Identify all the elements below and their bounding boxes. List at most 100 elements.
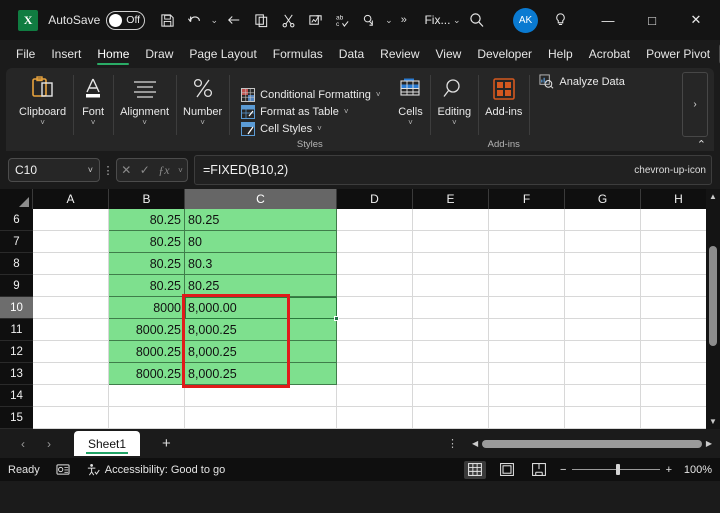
vertical-scroll-thumb[interactable] [709, 246, 717, 346]
sheet-tab-sheet1[interactable]: Sheet1 [74, 431, 140, 456]
ribbon-tab-view[interactable]: View [429, 44, 469, 64]
cell-F14[interactable] [489, 385, 565, 407]
redo-button[interactable] [221, 7, 248, 34]
cell-G11[interactable] [565, 319, 641, 341]
row-header-12[interactable]: 12 [0, 341, 33, 363]
cell-G15[interactable] [565, 407, 641, 429]
fill-handle[interactable] [334, 316, 339, 321]
row-header-6[interactable]: 6 [0, 209, 33, 231]
ribbon-group-font[interactable]: Font ˅ [73, 71, 113, 151]
scroll-down-arrow-icon[interactable]: ▼ [709, 414, 717, 429]
ribbon-tab-draw[interactable]: Draw [138, 44, 180, 64]
insert-function-icon[interactable]: ƒx [158, 163, 169, 178]
cell-B15[interactable] [109, 407, 185, 429]
zoom-in-button[interactable]: + [666, 464, 672, 476]
cell-B8[interactable]: 80.25 [109, 253, 185, 275]
ribbon-tab-home[interactable]: Home [90, 44, 136, 64]
column-header-G[interactable]: G [565, 189, 641, 209]
cells-chevron-down-icon[interactable]: ˅ [408, 118, 413, 127]
search-icon[interactable] [463, 7, 490, 34]
document-title-chevron-down-icon[interactable]: ⌄ [450, 15, 463, 26]
row-header-14[interactable]: 14 [0, 385, 33, 407]
zoom-track[interactable] [572, 469, 659, 470]
cell-C8[interactable]: 80.3 [185, 253, 337, 275]
fx-chevron-down-icon[interactable]: ˅ [178, 166, 183, 175]
ribbon-tab-power-pivot[interactable]: Power Pivot [639, 44, 717, 64]
row-header-15[interactable]: 15 [0, 407, 33, 429]
horizontal-scrollbar[interactable]: ◀ ▶ [472, 436, 712, 451]
cell-C7[interactable]: 80 [185, 231, 337, 253]
qat-overflow-button[interactable]: » [395, 14, 412, 26]
ribbon-tab-formulas[interactable]: Formulas [266, 44, 330, 64]
cell-D9[interactable] [337, 275, 413, 297]
close-button[interactable]: ✕ [674, 0, 718, 40]
cell-A6[interactable] [33, 209, 109, 231]
select-all-corner[interactable] [0, 189, 33, 209]
cell-A14[interactable] [33, 385, 109, 407]
cell-G14[interactable] [565, 385, 641, 407]
qat-customize-chevron-down-icon[interactable]: ⌄ [383, 15, 396, 26]
maximize-button[interactable]: □ [630, 0, 674, 40]
ribbon-group-number[interactable]: Number ˅ [176, 71, 229, 151]
ribbon-group-clipboard[interactable]: Clipboard ˅ [12, 71, 73, 151]
sheet-options-vertical-dots-icon[interactable]: ⋮ [447, 437, 458, 450]
cell-E13[interactable] [413, 363, 489, 385]
ribbon-group-addins[interactable]: Add-ins Add-ins [478, 71, 529, 151]
ribbon-group-alignment[interactable]: Alignment ˅ [113, 71, 176, 151]
cell-D10[interactable] [337, 297, 413, 319]
cell-B10[interactable]: 8000 [109, 297, 185, 319]
page-layout-view-button[interactable] [496, 461, 518, 479]
ribbon-group-editing[interactable]: Editing ˅ [430, 71, 478, 151]
cell-C13[interactable]: 8,000.25 [185, 363, 337, 385]
undo-dropdown-chevron-down-icon[interactable]: ⌄ [208, 15, 221, 26]
row-header-13[interactable]: 13 [0, 363, 33, 385]
zoom-thumb[interactable] [616, 464, 620, 475]
touch-mode-button[interactable] [356, 7, 383, 34]
analyze-data-button[interactable]: Analyze Data [539, 74, 624, 89]
cell-G12[interactable] [565, 341, 641, 363]
cell-D15[interactable] [337, 407, 413, 429]
lightbulb-icon[interactable] [547, 7, 574, 34]
cell-styles-button[interactable]: Cell Styles ˅ [239, 121, 382, 137]
ribbon-tab-data[interactable]: Data [332, 44, 371, 64]
ribbon-tab-insert[interactable]: Insert [44, 44, 88, 64]
cell-A7[interactable] [33, 231, 109, 253]
hscroll-right-arrow-icon[interactable]: ▶ [706, 439, 712, 448]
column-header-B[interactable]: B [109, 189, 185, 209]
cell-D6[interactable] [337, 209, 413, 231]
cell-D8[interactable] [337, 253, 413, 275]
cell-C15[interactable] [185, 407, 337, 429]
row-header-7[interactable]: 7 [0, 231, 33, 253]
cell-G10[interactable] [565, 297, 641, 319]
cell-G8[interactable] [565, 253, 641, 275]
cell-A10[interactable] [33, 297, 109, 319]
cell-C6[interactable]: 80.25 [185, 209, 337, 231]
ribbon-tab-acrobat[interactable]: Acrobat [582, 44, 637, 64]
copy-button[interactable] [248, 7, 275, 34]
enter-check-icon[interactable]: ✓ [140, 163, 150, 177]
cell-B9[interactable]: 80.25 [109, 275, 185, 297]
cell-C14[interactable] [185, 385, 337, 407]
cell-E11[interactable] [413, 319, 489, 341]
ribbon-expand-button[interactable]: › [682, 72, 708, 137]
cell-G13[interactable] [565, 363, 641, 385]
row-header-9[interactable]: 9 [0, 275, 33, 297]
cell-A15[interactable] [33, 407, 109, 429]
hscroll-left-arrow-icon[interactable]: ◀ [472, 439, 478, 448]
scroll-up-arrow-icon[interactable]: ▲ [709, 189, 717, 204]
name-box[interactable]: C10 ˅ [8, 158, 100, 182]
add-sheet-button[interactable]: + [162, 435, 171, 452]
normal-view-button[interactable] [464, 461, 486, 479]
cell-E8[interactable] [413, 253, 489, 275]
cell-E6[interactable] [413, 209, 489, 231]
cell-F7[interactable] [489, 231, 565, 253]
cell-E10[interactable] [413, 297, 489, 319]
cell-G6[interactable] [565, 209, 641, 231]
ribbon-tab-review[interactable]: Review [373, 44, 426, 64]
formula-input[interactable]: =FIXED(B10,2) chevron-up-icon [194, 155, 712, 185]
undo-button[interactable] [181, 7, 208, 34]
cell-A11[interactable] [33, 319, 109, 341]
formula-bar-expand-chevron-up-icon[interactable]: chevron-up-icon [634, 165, 706, 176]
ribbon-tab-help[interactable]: Help [541, 44, 580, 64]
ribbon-collapse-chevron-up-icon[interactable]: ⌃ [697, 138, 706, 151]
